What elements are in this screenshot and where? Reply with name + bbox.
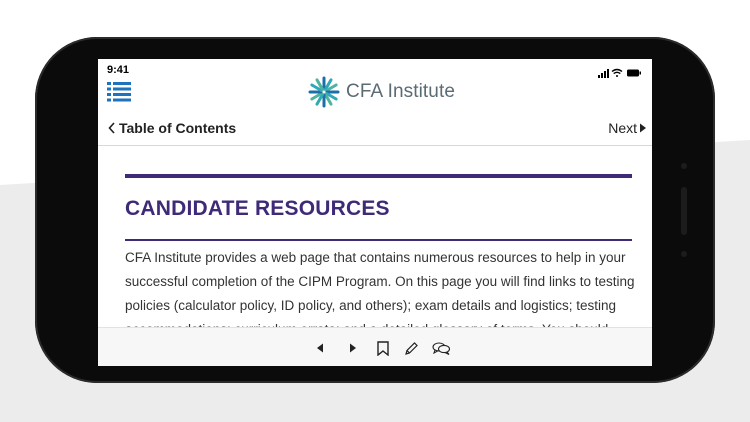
bookmark-icon [377, 340, 389, 356]
section-paragraph: CFA Institute provides a web page that c… [125, 250, 635, 327]
next-page-button[interactable] [343, 338, 363, 358]
cfa-logo: CFA Institute [308, 75, 455, 109]
bookmark-button[interactable] [373, 338, 393, 358]
list-icon [107, 82, 131, 102]
chat-bubbles-icon [431, 341, 450, 355]
previous-page-button[interactable] [310, 338, 330, 358]
reading-content: CANDIDATE RESOURCES CFA Institute provid… [98, 147, 652, 327]
pencil-icon [404, 341, 418, 355]
side-button-top [681, 163, 687, 169]
app-screen: 9:41 CFA Institute Table of Contents Nex… [98, 59, 652, 366]
side-button-middle [681, 187, 687, 235]
page-nav-bar: Table of Contents Next [98, 115, 652, 146]
reader-toolbar [98, 327, 652, 366]
table-of-contents-link[interactable]: Table of Contents [108, 120, 236, 136]
next-link[interactable]: Next [608, 120, 647, 136]
side-button-bottom [681, 251, 687, 257]
triangle-right-icon [350, 343, 356, 353]
menu-button[interactable] [107, 81, 131, 103]
section-rule-bottom [125, 239, 632, 241]
table-of-contents-label: Table of Contents [119, 120, 237, 136]
triangle-left-icon [317, 343, 323, 353]
caret-right-icon [640, 123, 646, 133]
notes-button[interactable] [431, 338, 451, 358]
cfa-starburst-icon [308, 76, 340, 108]
highlight-button[interactable] [401, 338, 421, 358]
chevron-left-icon [108, 122, 115, 134]
section-rule-top [125, 174, 632, 178]
section-heading: CANDIDATE RESOURCES [125, 197, 390, 220]
brand-name: CFA Institute [346, 81, 456, 102]
next-label: Next [608, 120, 637, 136]
app-header: CFA Institute [98, 73, 652, 113]
